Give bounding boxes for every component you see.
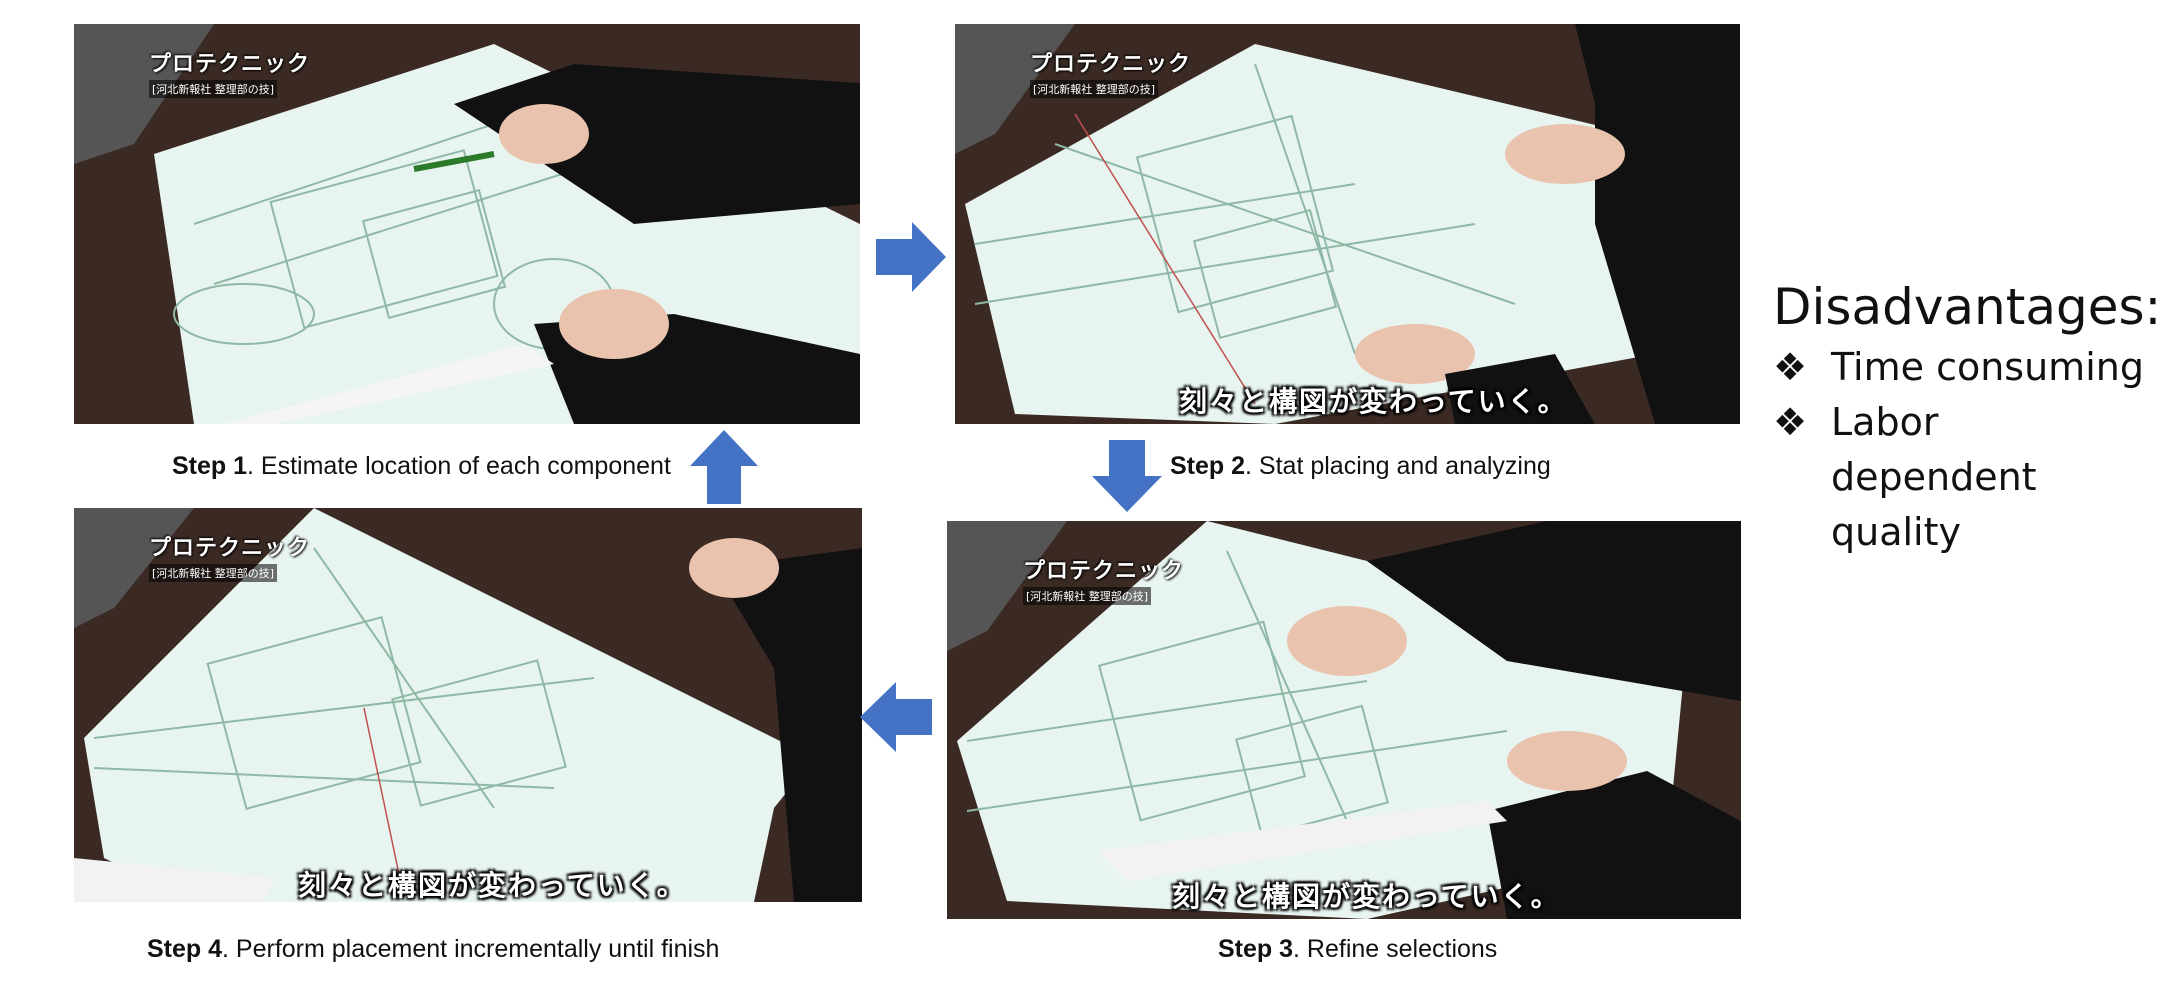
step-text: . Stat placing and analyzing (1245, 452, 1551, 480)
diamond-bullet-icon: ❖ (1773, 400, 1808, 444)
step4-caption: Step 4. Perform placement incrementally … (147, 935, 719, 964)
disadvantage-text: Labor dependent quality (1831, 400, 2037, 554)
step1-photo: プロテクニック [河北新報社 整理部の技] (74, 24, 860, 424)
step3-caption: Step 3. Refine selections (1218, 935, 1497, 964)
arrow-left-icon (860, 682, 932, 752)
arrow-right-icon (876, 222, 946, 292)
arrow-up-icon (690, 430, 758, 504)
logo-subtext: [河北新報社 整理部の技] (149, 80, 278, 98)
logo-text: プロテクニック (149, 52, 311, 77)
arrow-down-icon (1092, 440, 1162, 512)
video-subtitle: 刻々と構図が変わっていく。 (1179, 385, 1568, 418)
logo-text: プロテクニック (1023, 559, 1185, 584)
step4-photo: プロテクニック [河北新報社 整理部の技] 刻々と構図が変わっていく。 (74, 508, 862, 902)
logo-text: プロテクニック (149, 536, 311, 561)
step-text: . Refine selections (1293, 935, 1498, 963)
step-label: Step 2 (1170, 452, 1246, 480)
step-text: . Perform placement incrementally until … (222, 935, 720, 963)
step-text: . Estimate location of each component (247, 452, 671, 480)
step-label: Step 3 (1218, 935, 1294, 963)
step-label: Step 4 (147, 935, 223, 963)
logo-subtext: [河北新報社 整理部の技] (1030, 80, 1159, 98)
disadvantages-list: ❖ Time consuming ❖ Labor dependent quali… (1773, 340, 2153, 560)
disadvantages-title: Disadvantages: (1773, 278, 2162, 336)
step1-caption: Step 1. Estimate location of each compon… (172, 452, 671, 481)
video-subtitle: 刻々と構図が変わっていく。 (1172, 880, 1561, 913)
logo-subtext: [河北新報社 整理部の技] (1023, 587, 1152, 605)
list-item: ❖ Labor dependent quality (1773, 395, 2153, 560)
step3-photo: プロテクニック [河北新報社 整理部の技] 刻々と構図が変わっていく。 (947, 521, 1741, 919)
disadvantage-text: Time consuming (1831, 345, 2144, 389)
step2-caption: Step 2. Stat placing and analyzing (1170, 452, 1551, 481)
video-subtitle: 刻々と構図が変わっていく。 (298, 869, 687, 902)
step2-photo: プロテクニック [河北新報社 整理部の技] 刻々と構図が変わっていく。 (955, 24, 1740, 424)
diamond-bullet-icon: ❖ (1773, 345, 1808, 389)
list-item: ❖ Time consuming (1773, 340, 2153, 395)
step-label: Step 1 (172, 452, 248, 480)
logo-text: プロテクニック (1030, 52, 1192, 77)
logo-subtext: [河北新報社 整理部の技] (149, 564, 278, 582)
